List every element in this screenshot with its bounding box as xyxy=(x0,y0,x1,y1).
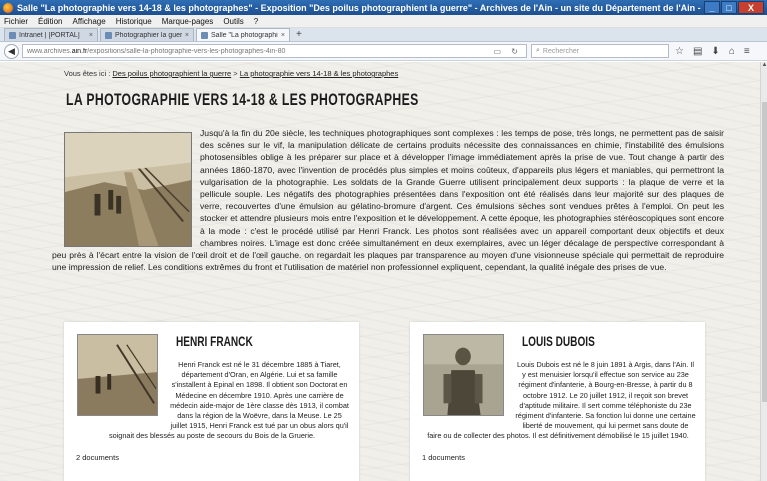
back-button[interactable]: ◀ xyxy=(4,43,19,59)
search-bar[interactable]: ⌕ Rechercher xyxy=(531,44,669,58)
navigation-bar: ◀ www.archives.ain.fr/expositions/salle-… xyxy=(0,42,767,61)
menu-bar: Fichier Édition Affichage Historique Mar… xyxy=(0,15,767,28)
menu-hamburger-icon[interactable]: ≡ xyxy=(744,46,750,57)
tab-photographier[interactable]: Photographier la guerre - Arc... × xyxy=(100,28,194,41)
close-window-button[interactable]: X xyxy=(738,1,764,14)
scroll-up-icon[interactable]: ▲ xyxy=(761,62,767,68)
menu-affichage[interactable]: Affichage xyxy=(72,17,105,26)
menu-edition[interactable]: Édition xyxy=(38,17,62,26)
menu-marque-pages[interactable]: Marque-pages xyxy=(162,17,214,26)
tab-salle-active[interactable]: Salle "La photographie vers 1... × xyxy=(196,28,290,41)
page-scrollbar[interactable]: ▲ xyxy=(760,62,767,481)
download-icon[interactable]: ⬇ xyxy=(711,46,719,57)
breadcrumb: Vous êtes ici : Des poilus photographien… xyxy=(64,69,398,78)
tab-label: Photographier la guerre - Arc... xyxy=(115,31,182,39)
tab-close-icon[interactable]: × xyxy=(281,32,285,39)
maximize-button[interactable]: □ xyxy=(721,1,737,14)
photographer-card-henri-franck[interactable]: HENRI FRANCK Henri Franck est né le 31 d… xyxy=(64,322,359,481)
archives-favicon-icon xyxy=(201,31,208,39)
bookmark-star-icon[interactable]: ☆ xyxy=(675,46,684,57)
url-text: www.archives.ain.fr/expositions/salle-la… xyxy=(27,47,286,55)
bookmarks-list-icon[interactable]: ▤ xyxy=(693,46,702,57)
search-icon: ⌕ xyxy=(536,47,540,54)
minimize-button[interactable]: _ xyxy=(704,1,720,14)
intranet-favicon-icon xyxy=(9,31,16,39)
card-bio: Henri Franck est né le 31 décembre 1885 … xyxy=(74,360,350,442)
card-name[interactable]: HENRI FRANCK xyxy=(176,333,253,349)
address-bar[interactable]: www.archives.ain.fr/expositions/salle-la… xyxy=(22,44,527,58)
new-tab-button[interactable]: + xyxy=(296,29,302,40)
tab-close-icon[interactable]: × xyxy=(89,32,93,39)
tab-bar: Intranet | [PORTAL] × Photographier la g… xyxy=(0,28,767,42)
card-bio: Louis Dubois est né le 8 juin 1891 à Arg… xyxy=(420,360,696,442)
menu-historique[interactable]: Historique xyxy=(116,17,152,26)
card-name[interactable]: LOUIS DUBOIS xyxy=(522,333,595,349)
reload-icon[interactable]: ▭ ↻ xyxy=(494,47,522,56)
tab-close-icon[interactable]: × xyxy=(185,32,189,39)
scrollbar-thumb[interactable] xyxy=(762,102,767,402)
menu-fichier[interactable]: Fichier xyxy=(4,17,28,26)
page-title: LA PHOTOGRAPHIE VERS 14-18 & LES PHOTOGR… xyxy=(66,90,419,109)
search-placeholder: Rechercher xyxy=(542,47,580,55)
tab-label: Salle "La photographie vers 1... xyxy=(211,31,278,39)
window-title-bar: Salle "La photographie vers 14-18 & les … xyxy=(0,0,767,15)
photographer-card-louis-dubois[interactable]: LOUIS DUBOIS Louis Dubois est né le 8 ju… xyxy=(410,322,705,481)
menu-outils[interactable]: Outils xyxy=(223,17,243,26)
breadcrumb-separator: > xyxy=(233,69,238,78)
menu-help[interactable]: ? xyxy=(254,17,258,26)
card-document-count: 2 documents xyxy=(76,453,119,462)
breadcrumb-link-exposition[interactable]: Des poilus photographient la guerre xyxy=(112,69,231,78)
breadcrumb-link-salle[interactable]: La photographie vers 14-18 & les photogr… xyxy=(240,69,398,78)
tab-intranet[interactable]: Intranet | [PORTAL] × xyxy=(4,28,98,41)
window-title: Salle "La photographie vers 14-18 & les … xyxy=(17,2,703,13)
breadcrumb-prefix: Vous êtes ici : xyxy=(64,69,111,78)
page-content: Vous êtes ici : Des poilus photographien… xyxy=(0,62,760,481)
home-icon[interactable]: ⌂ xyxy=(729,46,735,57)
tab-label: Intranet | [PORTAL] xyxy=(19,31,80,39)
archives-favicon-icon xyxy=(105,31,112,39)
firefox-icon xyxy=(3,2,13,13)
intro-text: Jusqu'à la fin du 20e siècle, les techni… xyxy=(52,127,724,273)
card-document-count: 1 documents xyxy=(422,453,465,462)
